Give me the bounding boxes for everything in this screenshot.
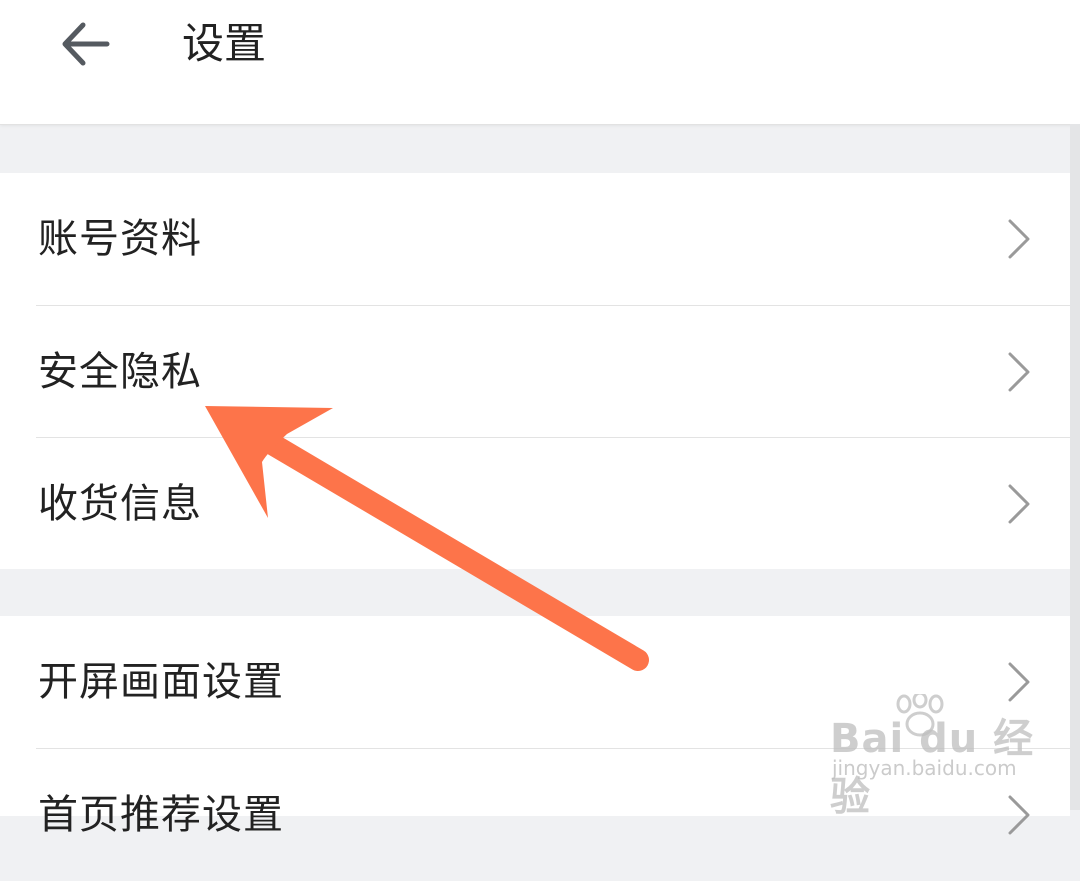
- settings-item-account-profile[interactable]: 账号资料: [0, 173, 1070, 305]
- top-app-bar: 设置: [0, 0, 1080, 125]
- scrollbar[interactable]: [1070, 124, 1080, 810]
- settings-item-shipping-info[interactable]: 收货信息: [0, 438, 1070, 570]
- settings-item-home-recommend[interactable]: 首页推荐设置: [0, 749, 1070, 881]
- back-button[interactable]: [50, 14, 120, 74]
- settings-item-label: 开屏画面设置: [38, 659, 284, 705]
- arrow-left-icon: [62, 22, 110, 66]
- chevron-right-icon: [1008, 484, 1030, 524]
- settings-item-splash-screen[interactable]: 开屏画面设置: [0, 616, 1070, 748]
- settings-group-account: 账号资料 安全隐私 收货信息: [0, 173, 1070, 569]
- chevron-right-icon: [1008, 662, 1030, 702]
- settings-item-label: 安全隐私: [38, 349, 202, 395]
- settings-item-label: 收货信息: [38, 481, 202, 527]
- chevron-right-icon: [1008, 352, 1030, 392]
- settings-group-display: 开屏画面设置 首页推荐设置: [0, 616, 1070, 838]
- settings-item-label: 首页推荐设置: [38, 792, 284, 838]
- page-title: 设置: [182, 19, 267, 68]
- settings-item-security-privacy[interactable]: 安全隐私: [0, 306, 1070, 438]
- chevron-right-icon: [1008, 219, 1030, 259]
- settings-item-label: 账号资料: [38, 216, 202, 262]
- chevron-right-icon: [1008, 795, 1030, 835]
